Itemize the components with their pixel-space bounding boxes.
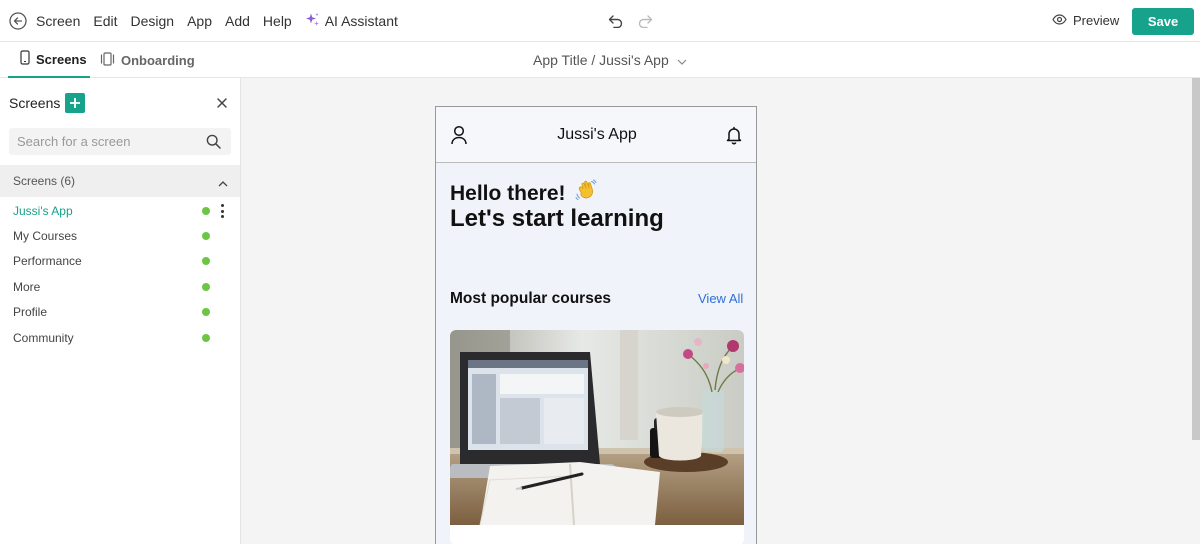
screen-item-label: Jussi's App <box>13 203 73 218</box>
bell-icon[interactable] <box>725 125 743 145</box>
screen-item-label: Performance <box>13 254 82 269</box>
phone-header: Jussi's App <box>436 107 756 163</box>
screens-group-header[interactable]: Screens (6) <box>0 165 240 197</box>
phone-app-title: Jussi's App <box>557 126 637 143</box>
preview-label: Preview <box>1073 13 1120 28</box>
status-dot <box>202 282 210 291</box>
screen-item-my-courses[interactable]: My Courses <box>0 223 240 248</box>
menu-screen[interactable]: Screen <box>36 13 80 29</box>
screen-item-more[interactable]: More <box>0 274 240 299</box>
screen-item-jussis-app[interactable]: Jussi's App <box>0 198 240 223</box>
course-image <box>450 330 744 525</box>
screen-item-profile[interactable]: Profile <box>0 300 240 325</box>
course-card[interactable] <box>450 330 744 544</box>
preview-button[interactable]: Preview <box>1052 13 1119 28</box>
chevron-down-icon <box>677 52 687 68</box>
screen-item-community[interactable]: Community <box>0 325 240 350</box>
status-dot <box>202 308 210 317</box>
headline: Let's start learning <box>450 205 664 232</box>
menu-add[interactable]: Add <box>225 13 250 29</box>
screen-search <box>9 128 231 155</box>
breadcrumb-label: App Title / Jussi's App <box>533 52 669 68</box>
menu-edit[interactable]: Edit <box>93 13 117 29</box>
add-screen-button[interactable] <box>65 93 86 113</box>
menu-app[interactable]: App <box>187 13 212 29</box>
main-menu: Screen Edit Design App Add Help AI Assis… <box>36 0 398 42</box>
screen-item-label: Community <box>13 330 74 345</box>
eye-icon <box>1052 13 1067 28</box>
back-arrow-icon[interactable] <box>9 12 27 30</box>
undo-icon[interactable] <box>607 13 624 29</box>
phone-icon <box>20 50 30 68</box>
secondary-bar: Screens Onboarding App Title / Jussi's A… <box>0 42 1200 78</box>
chevron-up-icon <box>218 176 228 190</box>
status-dot <box>202 232 210 241</box>
sparkle-icon <box>305 12 320 30</box>
app-title-breadcrumb[interactable]: App Title / Jussi's App <box>533 52 687 68</box>
section-title: Most popular courses <box>450 290 612 307</box>
greeting-text: Hello there! <box>450 182 566 205</box>
close-icon[interactable] <box>216 96 228 108</box>
status-dot <box>202 333 210 342</box>
canvas-scrollbar[interactable] <box>1192 78 1200 440</box>
screen-item-label: More <box>13 279 41 294</box>
menu-design[interactable]: Design <box>130 13 174 29</box>
plus-icon <box>70 98 81 108</box>
sidebar-header: Screens <box>9 93 86 113</box>
more-vertical-icon[interactable] <box>221 204 225 218</box>
top-menu-bar: Screen Edit Design App Add Help AI Assis… <box>0 0 1200 42</box>
view-all-link[interactable]: View All <box>698 291 743 306</box>
tab-onboarding-label: Onboarding <box>121 52 195 68</box>
redo-icon[interactable] <box>636 13 653 29</box>
ai-assistant-button[interactable]: AI Assistant <box>305 12 398 30</box>
status-dot <box>202 206 210 215</box>
menu-help[interactable]: Help <box>263 13 292 29</box>
screens-group-label: Screens (6) <box>13 174 76 188</box>
search-icon[interactable] <box>206 134 221 149</box>
search-input[interactable] <box>9 134 199 149</box>
tab-onboarding[interactable]: Onboarding <box>100 42 195 78</box>
ai-assistant-label: AI Assistant <box>324 13 398 29</box>
screen-item-label: My Courses <box>13 229 78 244</box>
phone-preview[interactable]: Jussi's App Hello there! Let's start lea… <box>435 106 757 544</box>
tab-screens-label: Screens <box>36 51 87 67</box>
screen-list: Jussi's App My Courses Performance More … <box>0 198 240 350</box>
tab-screens[interactable]: Screens <box>8 42 90 78</box>
history-controls <box>607 13 653 29</box>
save-button[interactable]: Save <box>1132 8 1194 35</box>
screen-item-performance[interactable]: Performance <box>0 249 240 274</box>
status-dot <box>202 257 210 266</box>
screen-item-label: Profile <box>13 305 48 320</box>
screens-sidebar: Screens Screens (6) Jussi's App My Cours… <box>0 78 241 544</box>
onboarding-icon <box>100 51 115 69</box>
sidebar-title: Screens <box>9 95 61 111</box>
